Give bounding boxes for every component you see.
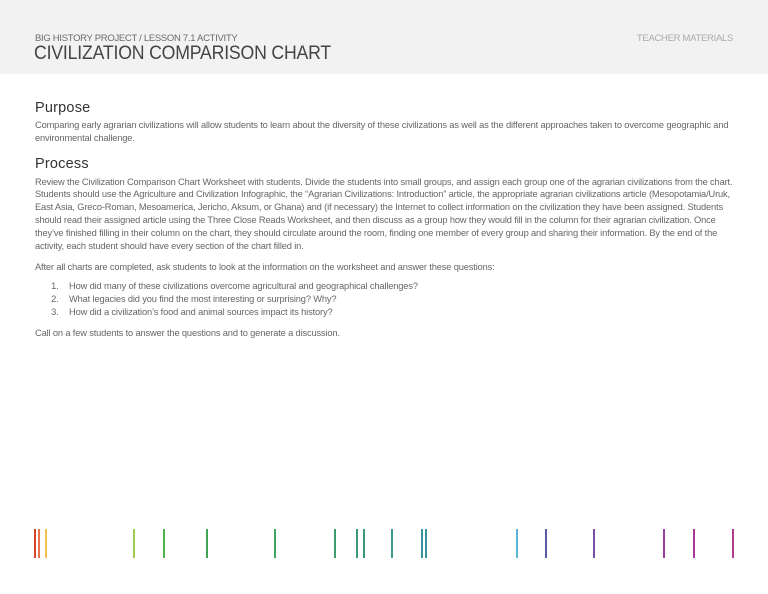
process-body: Review the Civilization Comparison Chart…	[35, 176, 733, 251]
timeline-tick	[133, 529, 135, 558]
timeline-tick	[693, 529, 695, 558]
timeline-tick	[356, 529, 358, 558]
page-title: CIVILIZATION COMPARISON CHART	[34, 43, 331, 64]
timeline-tick	[206, 529, 208, 558]
timeline-tick	[516, 529, 518, 558]
header-band: BIG HISTORY PROJECT / LESSON 7.1 ACTIVIT…	[0, 0, 768, 74]
question-list: How did many of these civilizations over…	[35, 280, 735, 318]
timeline-tick	[593, 529, 595, 558]
timeline-tick	[34, 529, 36, 558]
timeline-tick	[663, 529, 665, 558]
process-section: Process Review the Civilization Comparis…	[35, 156, 735, 340]
question-item: How did many of these civilizations over…	[61, 280, 735, 293]
timeline-tick	[391, 529, 393, 558]
question-item: What legacies did you find the most inte…	[61, 293, 735, 306]
timeline-tick	[425, 529, 427, 558]
question-item: How did a civilization’s food and animal…	[61, 306, 735, 319]
process-heading: Process	[35, 155, 89, 172]
threshold-timeline-decoration	[0, 529, 768, 559]
timeline-tick	[732, 529, 734, 558]
timeline-tick	[38, 529, 40, 558]
timeline-tick	[334, 529, 336, 558]
timeline-tick	[274, 529, 276, 558]
teacher-materials-label: TEACHER MATERIALS	[636, 33, 733, 44]
purpose-section: Purpose Comparing early agrarian civiliz…	[35, 100, 735, 145]
purpose-heading: Purpose	[35, 100, 91, 116]
timeline-tick	[163, 529, 165, 558]
process-closing: Call on a few students to answer the que…	[35, 327, 340, 338]
purpose-body: Comparing early agrarian civilizations w…	[35, 120, 729, 143]
timeline-tick	[545, 529, 547, 558]
process-after-text: After all charts are completed, ask stud…	[35, 262, 495, 273]
timeline-tick	[45, 529, 47, 558]
timeline-tick	[363, 529, 365, 558]
timeline-tick	[421, 529, 423, 558]
main-content: Purpose Comparing early agrarian civiliz…	[35, 100, 735, 339]
